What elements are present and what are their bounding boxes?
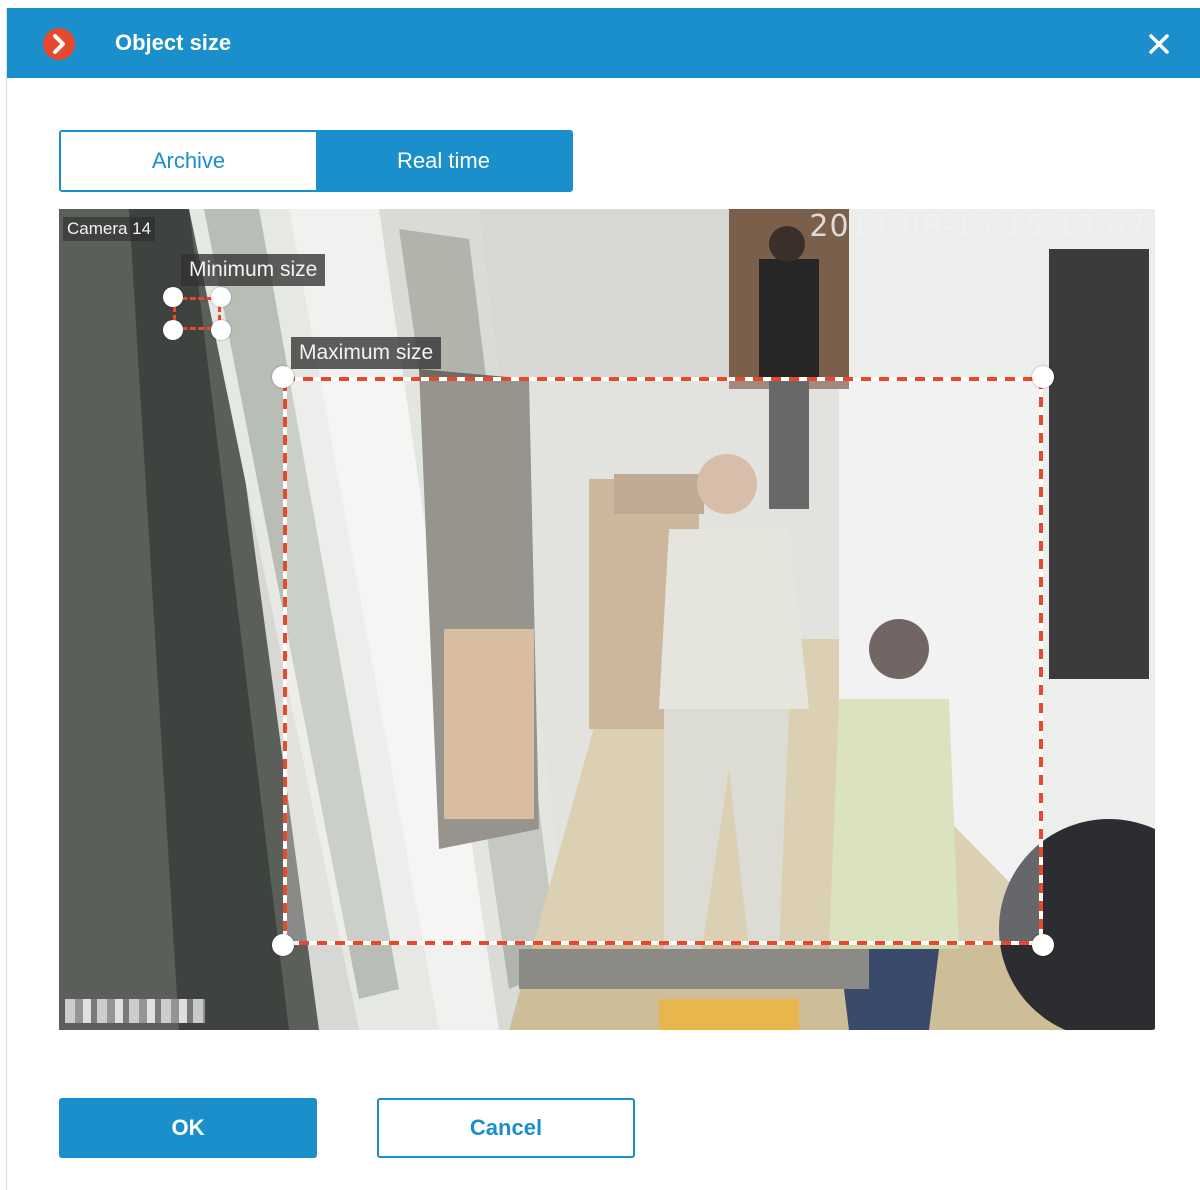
blurred-watermark [65, 999, 205, 1023]
maximum-size-handle-top-right[interactable] [1032, 366, 1054, 388]
close-icon [1149, 34, 1169, 54]
minimum-size-handle-top-right[interactable] [211, 287, 231, 307]
minimum-size-label: Minimum size [181, 254, 326, 286]
dialog-title: Object size [115, 30, 232, 55]
cancel-button[interactable]: Cancel [377, 1098, 635, 1158]
camera-label: Camera 14 [63, 217, 156, 241]
video-timestamp: 2014-08-15 15:13:47 [809, 209, 1147, 244]
close-button[interactable] [1145, 30, 1173, 58]
maximum-size-handle-top-left[interactable] [272, 366, 294, 388]
minimum-size-handle-top-left[interactable] [163, 287, 183, 307]
maximum-size-handle-bottom-right[interactable] [1032, 934, 1054, 956]
chevron-right-icon [43, 28, 75, 60]
title-bar: Object size [7, 8, 1200, 78]
maximum-size-handle-bottom-left[interactable] [272, 934, 294, 956]
maximum-size-label: Maximum size [291, 337, 442, 369]
minimum-size-handle-bottom-right[interactable] [211, 320, 231, 340]
ok-button[interactable]: OK [59, 1098, 317, 1158]
tab-archive[interactable]: Archive [61, 132, 316, 190]
object-size-dialog: Object size Archive Real time Camera 14 … [6, 8, 1200, 1190]
maximum-size-box[interactable] [283, 377, 1043, 945]
camera-video-frame[interactable]: Camera 14 2014-08-15 15:13:47 Minimum si… [59, 209, 1155, 1030]
tab-real-time[interactable]: Real time [316, 132, 571, 190]
mode-tabs: Archive Real time [59, 130, 573, 192]
minimum-size-handle-bottom-left[interactable] [163, 320, 183, 340]
